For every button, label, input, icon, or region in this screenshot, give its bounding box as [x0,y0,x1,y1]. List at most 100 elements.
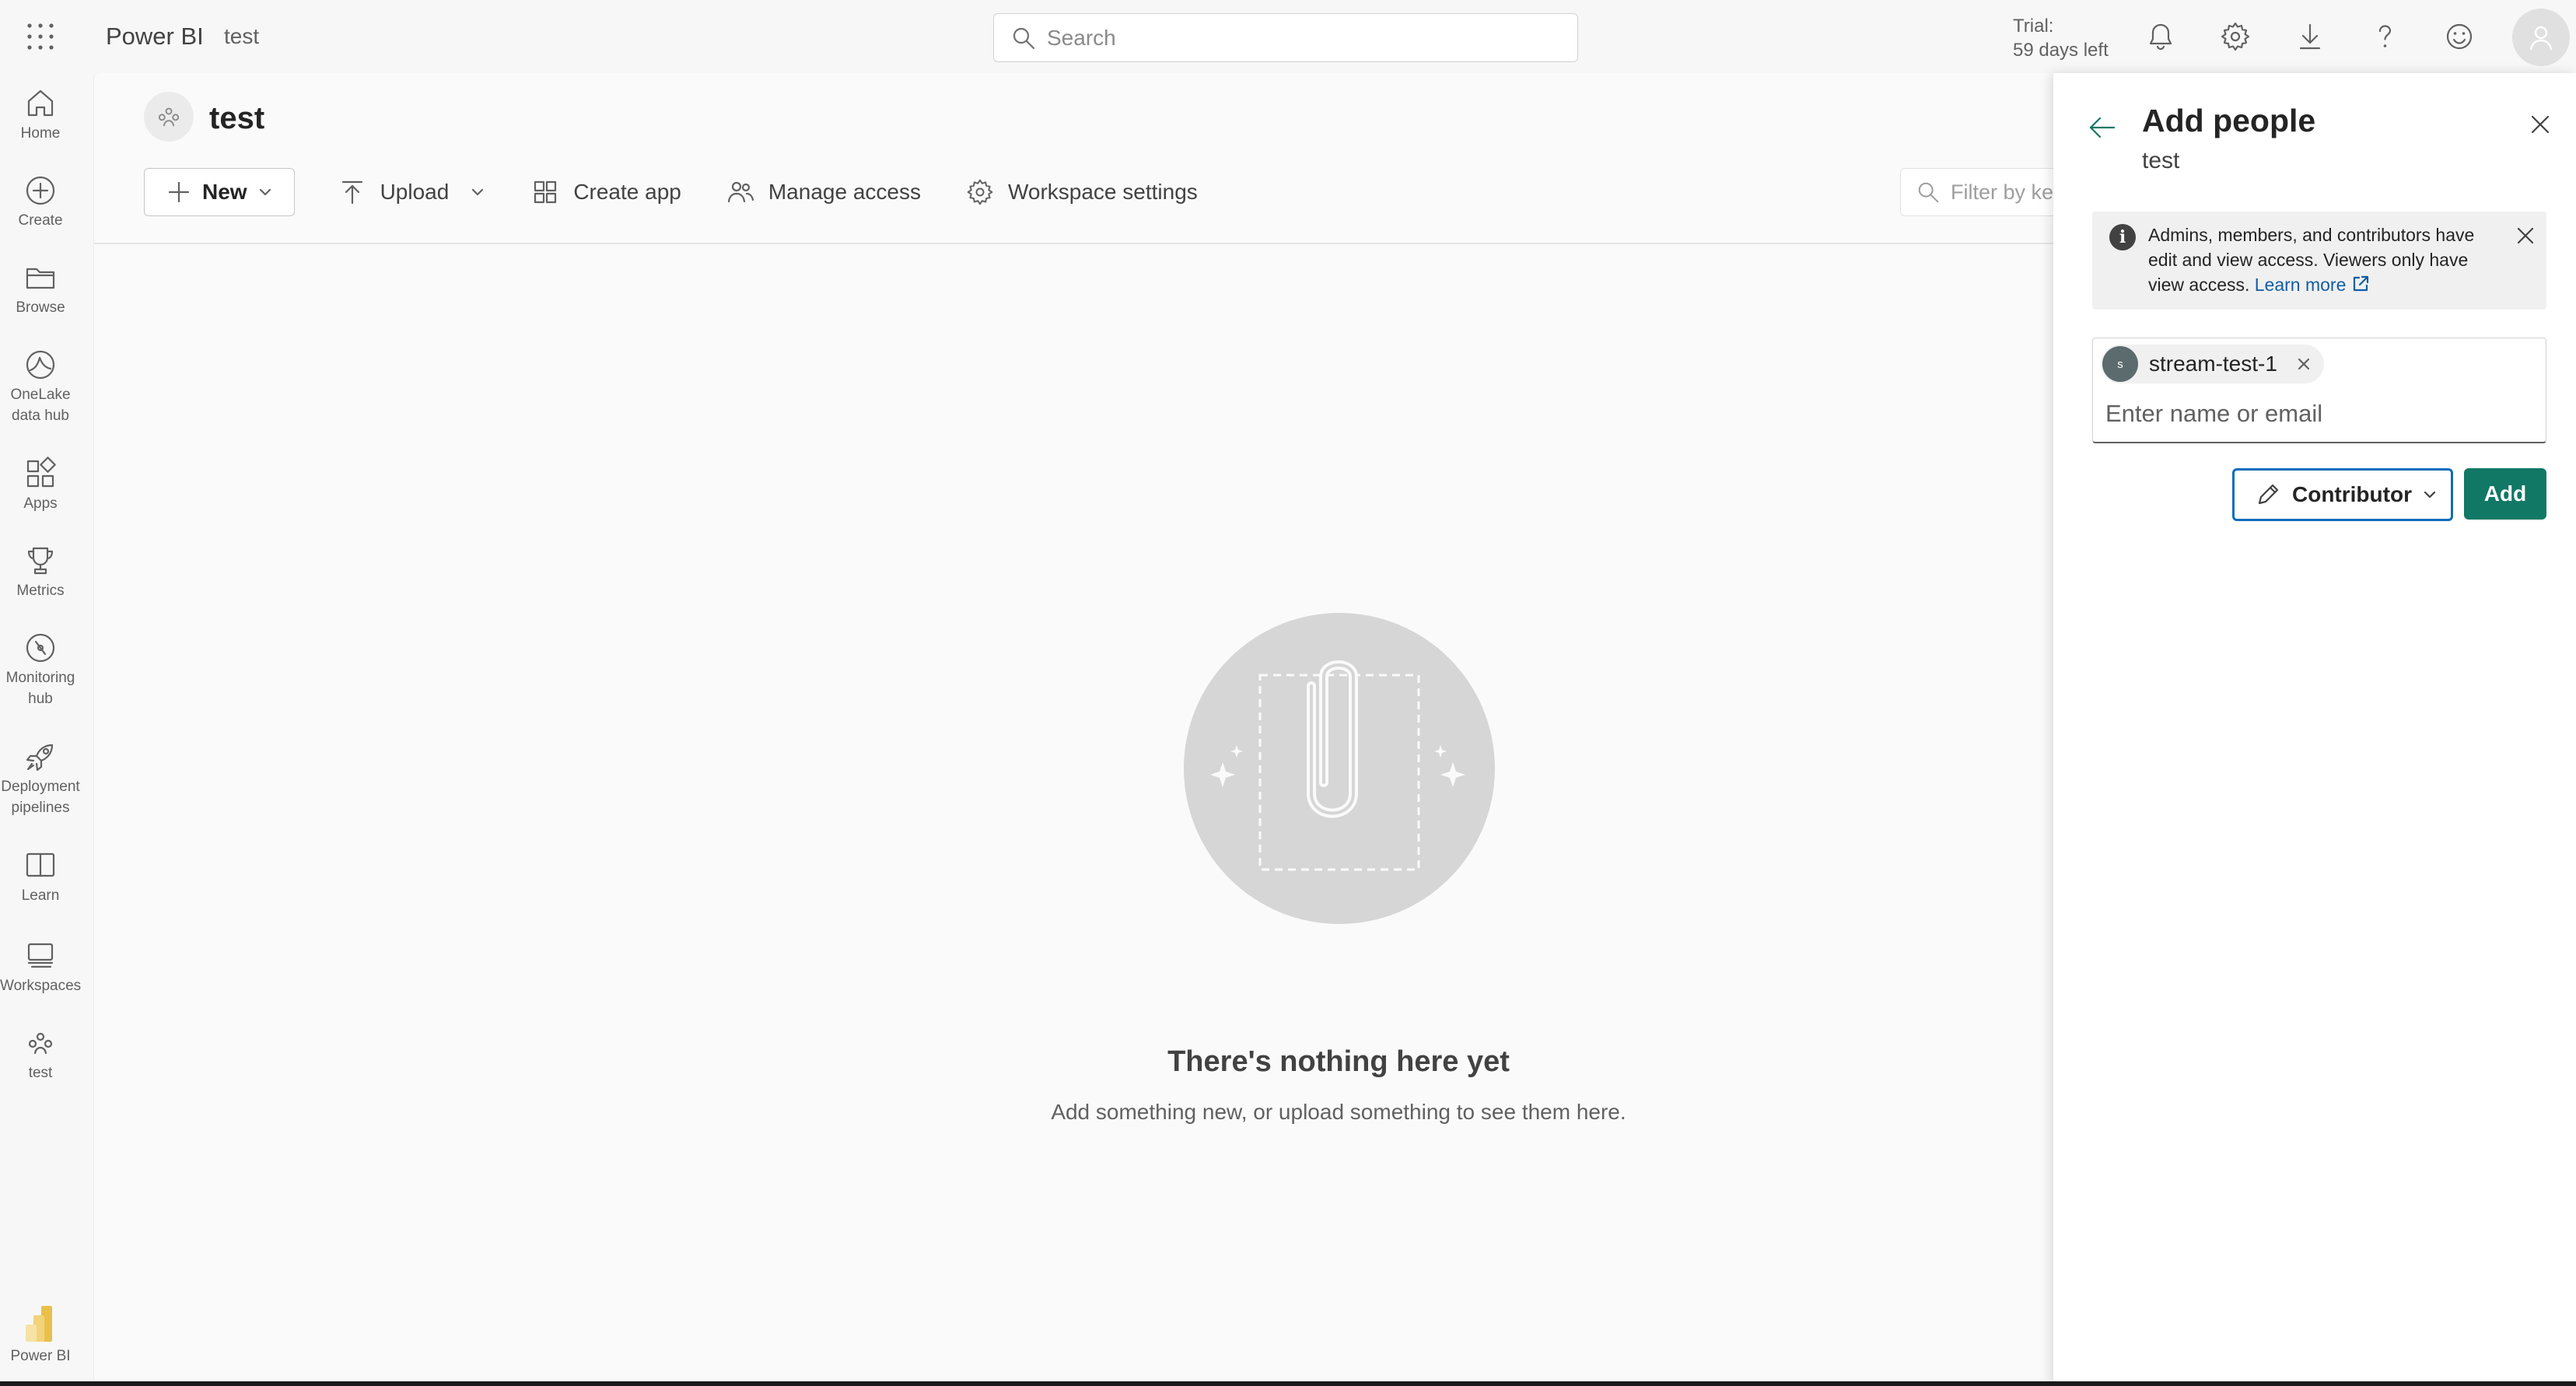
learn-more-link[interactable]: Learn more [2255,275,2347,295]
back-arrow-icon[interactable] [2084,110,2119,145]
nav-item-deployment-pipelines[interactable]: Deployment pipelines [0,739,81,818]
create-app-label: Create app [573,180,681,204]
nav-item-learn[interactable]: Learn [0,848,81,906]
upload-icon [341,180,362,205]
role-label: Contributor [2292,482,2412,506]
search-box[interactable] [993,13,1578,62]
book-icon [26,852,55,877]
app-name[interactable]: Power BI [106,23,204,51]
bell-icon[interactable] [2145,21,2176,52]
plus-circle-icon [26,176,55,205]
home-icon [27,89,54,117]
info-message-bar: i Admins, members, and contributors have… [2092,212,2546,310]
gear-icon [967,179,993,205]
folder-icon [26,268,55,289]
trial-status[interactable]: Trial: 59 days left [2013,14,2109,62]
workspace-toolbar: New Upload Create app Manage access Work… [144,168,1243,216]
nav-item-label: Apps [23,495,58,512]
nav-item-monitoring[interactable]: Monitoring hub [0,630,81,709]
role-dropdown[interactable]: Contributor [2232,468,2453,521]
new-button-label: New [202,180,247,204]
rocket-icon [26,744,54,772]
chevron-down-icon [2424,491,2436,499]
nav-item-label: Browse [16,299,65,316]
chevron-down-icon [472,188,484,196]
nav-item-label: OneLake data hub [10,387,71,424]
breadcrumb-workspace[interactable]: test [224,24,259,49]
nav-item-onelake[interactable]: OneLake data hub [0,347,81,426]
left-navigation: Home Create Browse OneLake data hub Apps… [0,73,92,1386]
workspace-settings-button[interactable]: Workspace settings [966,168,1198,216]
new-button[interactable]: New [144,168,295,216]
pencil-icon [2258,484,2279,505]
filter-box[interactable] [1900,168,2071,216]
workspace-icon [28,1032,53,1055]
trial-label: Trial: [2013,16,2054,37]
workspace-settings-label: Workspace settings [1007,180,1198,204]
account-icon[interactable] [2512,9,2570,66]
external-link-icon[interactable] [2350,274,2371,294]
dismiss-info-icon[interactable] [2514,224,2537,247]
monitoring-icon [26,633,55,663]
nav-item-label: Monitoring hub [5,670,75,707]
nav-item-label: Create [18,212,63,229]
workspace-content: test New Upload Create app Manage access… [93,73,2071,1386]
upload-button-label: Upload [380,180,450,204]
workspaces-icon [27,943,54,968]
divider [94,243,2054,244]
info-icon: i [2109,224,2136,250]
add-button[interactable]: Add [2464,468,2546,520]
power-bi-label: Power BI [10,1348,71,1364]
apps-icon [534,180,557,204]
person-name: stream-test-1 [2149,352,2277,376]
upload-button[interactable]: Upload [338,168,487,216]
remove-person-icon[interactable] [2294,355,2313,373]
info-message: Admins, members, and contributors have e… [2148,222,2506,297]
nav-item-label: Deployment pipelines [1,779,80,816]
empty-state-subtitle: Add something new, or upload something t… [1051,1100,1626,1124]
onelake-icon [26,350,55,380]
nav-item-apps[interactable]: Apps [0,456,81,514]
trophy-icon [27,547,54,575]
nav-item-label: Workspaces [0,978,82,994]
gear-icon[interactable] [2220,21,2251,52]
panel-subtitle: test [2142,148,2180,173]
nav-item-workspaces[interactable]: Workspaces [0,938,81,996]
manage-access-label: Manage access [768,180,921,204]
power-bi-switcher[interactable]: Power BI [0,1304,81,1365]
feedback-icon[interactable] [2444,21,2475,52]
chevron-down-icon [259,188,271,196]
people-icon [727,181,754,203]
search-icon [1918,182,1939,203]
panel-title: Add people [2142,103,2316,138]
close-icon[interactable] [2525,109,2556,140]
selected-person-chip: s stream-test-1 [2101,345,2324,383]
person-avatar: s [2102,346,2138,382]
nav-item-home[interactable]: Home [0,86,81,144]
search-input[interactable] [1047,25,1552,51]
waffle-icon[interactable] [25,21,56,52]
workspace-avatar-icon [144,92,194,142]
top-bar: Power BI test Trial: 59 days left [0,0,2576,73]
empty-state-title: There's nothing here yet [1167,1045,1510,1078]
people-picker[interactable]: s stream-test-1 [2092,338,2546,443]
apps-icon [26,457,56,488]
trial-days-left: 59 days left [2013,40,2109,61]
nav-item-browse[interactable]: Browse [0,260,81,318]
download-icon[interactable] [2294,21,2326,52]
add-people-panel: Add people test i Admins, members, and c… [2053,73,2576,1386]
nav-item-label: Home [20,125,61,142]
nav-item-create[interactable]: Create [0,173,81,231]
nav-item-test-workspace[interactable]: test [0,1025,81,1083]
plus-icon [168,181,190,203]
create-app-button[interactable]: Create app [531,168,681,216]
power-bi-logo-icon [26,1306,52,1342]
name-or-email-input[interactable] [2105,396,2525,432]
page-title: test [209,101,265,135]
nav-item-metrics[interactable]: Metrics [0,543,81,601]
window-bottom-edge [0,1381,2576,1386]
help-icon[interactable] [2369,21,2400,52]
empty-state-paperclip-icon [1182,611,1496,926]
manage-access-button[interactable]: Manage access [726,168,921,216]
nav-item-label: Learn [21,887,60,904]
